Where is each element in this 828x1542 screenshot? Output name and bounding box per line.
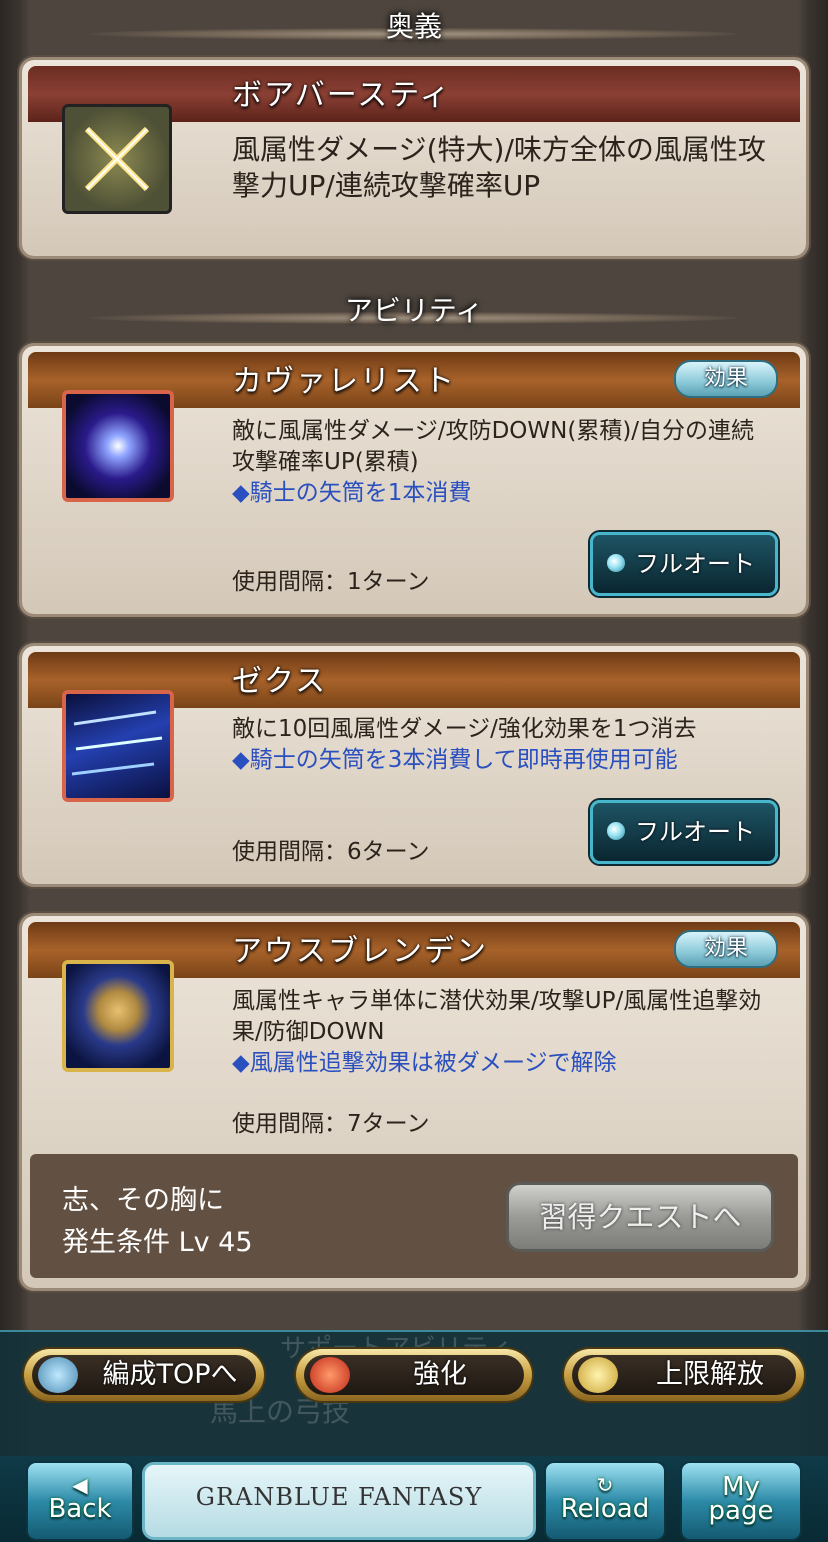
ability-description: 風属性キャラ単体に潜伏効果/攻撃UP/風属性追撃効果/防御DOWN ◆風属性追撃… [232, 986, 776, 1079]
effect-badge-button[interactable]: 効果 [674, 930, 778, 968]
ougi-description: 風属性ダメージ(特大)/味方全体の風属性攻撃力UP/連続攻撃確率UP [232, 133, 766, 202]
locked-panel: 志、その胸に 発生条件 Lv 45 習得クエストへ [30, 1154, 798, 1278]
ability-name: アウスブレンデン [232, 934, 488, 969]
enhance-button[interactable]: 強化 [296, 1349, 532, 1401]
game-logo[interactable]: GRANBLUE FANTASY [142, 1462, 536, 1540]
character-portrait-icon [62, 960, 174, 1072]
ability-icon [62, 690, 174, 802]
ability-note: ◆騎士の矢筒を1本消費 [232, 480, 472, 506]
ability-interval: 使用間隔：7ターン [232, 1111, 430, 1137]
ability-card: アウスブレンデン 効果 風属性キャラ単体に潜伏効果/攻撃UP/風属性追撃効果/防… [22, 916, 806, 1288]
crossed-swords-icon [62, 104, 172, 214]
reload-button[interactable]: ↻ Reload [544, 1461, 666, 1541]
ability-card: ゼクス 敵に10回風属性ダメージ/強化効果を1つ消去 ◆騎士の矢筒を3本消費して… [22, 646, 806, 884]
ougi-card: ボアバースティ 風属性ダメージ(特大)/味方全体の風属性攻撃力UP/連続攻撃確率… [22, 60, 806, 256]
uncap-button[interactable]: 上限解放 [564, 1349, 804, 1401]
ability-interval: 使用間隔：1ターン [232, 569, 430, 595]
ability-note: ◆風属性追撃効果は被ダメージで解除 [232, 1050, 617, 1076]
ability-description: 敵に風属性ダメージ/攻防DOWN(累積)/自分の連続攻撃確率UP(累積) ◆騎士… [232, 416, 776, 509]
ability-card: カヴァレリスト 効果 敵に風属性ダメージ/攻防DOWN(累積)/自分の連続攻撃確… [22, 346, 806, 614]
ability-note: ◆騎士の矢筒を3本消費して即時再使用可能 [232, 747, 678, 773]
party-top-button[interactable]: 編成TOPへ [24, 1349, 264, 1401]
ability-name: カヴァレリスト [232, 364, 456, 399]
stars-icon [578, 1357, 618, 1393]
section-title-ability: アビリティ [0, 288, 828, 334]
mypage-button[interactable]: My page [680, 1461, 802, 1541]
ability-description: 敵に10回風属性ダメージ/強化効果を1つ消去 ◆騎士の矢筒を3本消費して即時再使… [232, 714, 776, 776]
section-title-ougi: 奥義 [0, 4, 828, 50]
ability-icon [62, 390, 174, 502]
full-auto-button[interactable]: フルオート [590, 800, 778, 864]
back-button[interactable]: ◀ Back [26, 1461, 134, 1541]
toggle-dot-icon [607, 822, 625, 840]
ability-name: ゼクス [232, 664, 328, 699]
party-icon [38, 1357, 78, 1393]
full-auto-button[interactable]: フルオート [590, 532, 778, 596]
learn-quest-button[interactable]: 習得クエストへ [506, 1182, 774, 1252]
toggle-dot-icon [607, 554, 625, 572]
ability-interval: 使用間隔：6ターン [232, 839, 430, 865]
up-arrow-icon [310, 1357, 350, 1393]
ougi-name: ボアバースティ [232, 78, 452, 113]
unlock-condition: 発生条件 Lv 45 [62, 1227, 253, 1258]
effect-badge-button[interactable]: 効果 [674, 360, 778, 398]
unlock-title: 志、その胸に [62, 1185, 224, 1216]
